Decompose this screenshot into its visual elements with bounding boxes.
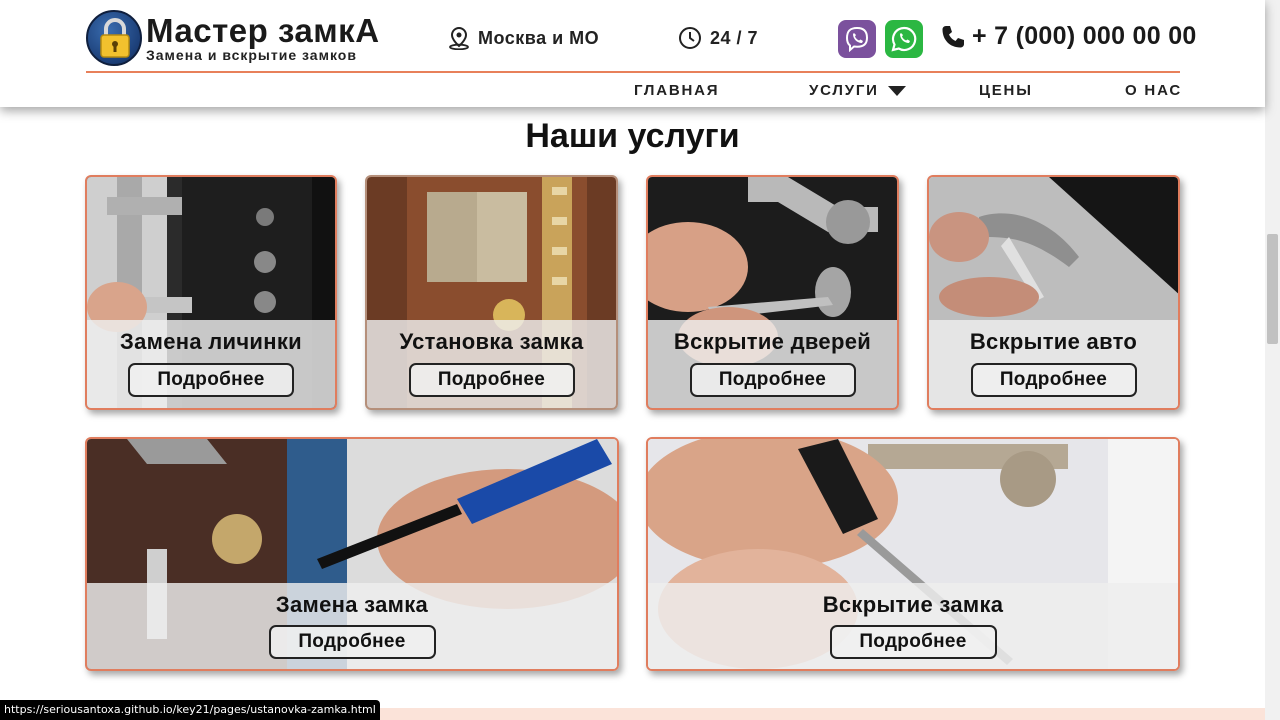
card-title: Вскрытие дверей	[673, 329, 872, 354]
phone-link[interactable]: + 7 (000) 000 00 00	[940, 22, 1197, 51]
nav-label: ЦЕНЫ	[979, 82, 1033, 99]
hours-text: 24 / 7	[710, 27, 759, 48]
nav-label: УСЛУГИ	[809, 82, 879, 99]
dropdown-triangle-icon	[887, 85, 906, 96]
card-title: Замена личинки	[120, 329, 302, 354]
card-title: Вскрытие авто	[969, 329, 1138, 354]
details-button[interactable]: Подробнее	[829, 625, 997, 659]
service-card-cylinder-replacement[interactable]: Замена личинки Подробнее	[85, 175, 337, 410]
padlock-logo-icon	[86, 10, 142, 66]
service-card-lock-installation[interactable]: Установка замка Подробнее	[365, 175, 618, 410]
location-info: Москва и МО	[448, 26, 599, 50]
vertical-scrollbar[interactable]	[1265, 0, 1280, 720]
nav-item-about[interactable]: О НАС	[1125, 82, 1182, 99]
section-title: Наши услуги	[525, 117, 740, 155]
card-panel: Замена замка Подробнее	[87, 583, 617, 669]
card-title: Установка замка	[399, 329, 584, 354]
service-card-door-opening[interactable]: Вскрытие дверей Подробнее	[646, 175, 899, 410]
details-button[interactable]: Подробнее	[970, 363, 1137, 397]
service-card-lock-replacement[interactable]: Замена замка Подробнее	[85, 437, 619, 671]
details-button[interactable]: Подробнее	[408, 363, 575, 397]
card-panel: Установка замка Подробнее	[367, 320, 616, 408]
details-button[interactable]: Подробнее	[689, 363, 856, 397]
logo-subtitle: Замена и вскрытие замков	[146, 47, 357, 63]
phone-number: + 7 (000) 000 00 00	[972, 22, 1197, 50]
nav-label: ГЛАВНАЯ	[634, 82, 720, 99]
site-header: Мастер замкА Замена и вскрытие замков Мо…	[0, 0, 1265, 107]
card-panel: Вскрытие авто Подробнее	[929, 320, 1178, 408]
service-card-lock-opening[interactable]: Вскрытие замка Подробнее	[646, 437, 1180, 671]
whatsapp-icon[interactable]	[885, 20, 923, 58]
card-title: Вскрытие замка	[822, 592, 1004, 617]
card-panel: Вскрытие дверей Подробнее	[648, 320, 897, 408]
nav-item-prices[interactable]: ЦЕНЫ	[979, 82, 1033, 99]
header-divider	[86, 71, 1180, 73]
phone-icon	[942, 25, 964, 47]
service-card-car-opening[interactable]: Вскрытие авто Подробнее	[927, 175, 1180, 410]
nav-label: О НАС	[1125, 82, 1182, 99]
nav-item-services[interactable]: УСЛУГИ	[809, 82, 907, 99]
link-status-bar: https://seriousantoxa.github.io/key21/pa…	[0, 700, 380, 720]
details-button[interactable]: Подробнее	[268, 625, 436, 659]
card-panel: Замена личинки Подробнее	[87, 320, 335, 408]
details-button[interactable]: Подробнее	[128, 363, 294, 397]
logo-title: Мастер замкА	[146, 12, 380, 49]
location-text: Москва и МО	[478, 27, 600, 48]
scrollbar-thumb[interactable]	[1267, 234, 1278, 344]
map-pin-icon	[449, 26, 469, 50]
footer-section-edge	[346, 708, 1265, 720]
logo[interactable]: Мастер замкА Замена и вскрытие замков	[86, 10, 380, 66]
card-title: Замена замка	[275, 592, 429, 617]
hours-info: 24 / 7	[678, 26, 758, 50]
clock-icon	[679, 27, 701, 49]
card-panel: Вскрытие замка Подробнее	[648, 583, 1178, 669]
nav-item-home[interactable]: ГЛАВНАЯ	[634, 82, 719, 99]
viber-icon[interactable]	[838, 20, 876, 58]
